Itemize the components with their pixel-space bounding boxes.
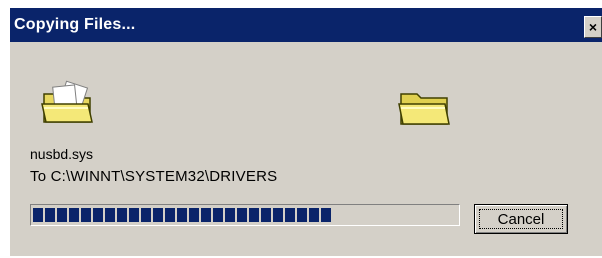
window-title: Copying Files... bbox=[14, 16, 136, 33]
close-icon: × bbox=[588, 19, 598, 35]
destination-path: To C:\WINNT\SYSTEM32\DRIVERS bbox=[30, 168, 278, 185]
progress-fill bbox=[33, 208, 333, 222]
title-bar[interactable]: Copying Files... × bbox=[10, 8, 602, 42]
copy-dialog: Copying Files... × nusbd.sys To C:\WINNT… bbox=[10, 8, 602, 256]
folder-with-papers-icon bbox=[41, 80, 93, 123]
progress-bar bbox=[30, 204, 460, 226]
cancel-button-label: Cancel bbox=[497, 211, 545, 228]
close-button[interactable]: × bbox=[584, 16, 602, 38]
cancel-button[interactable]: Cancel bbox=[474, 204, 568, 234]
file-name: nusbd.sys bbox=[30, 146, 94, 162]
folder-icon bbox=[398, 93, 450, 125]
